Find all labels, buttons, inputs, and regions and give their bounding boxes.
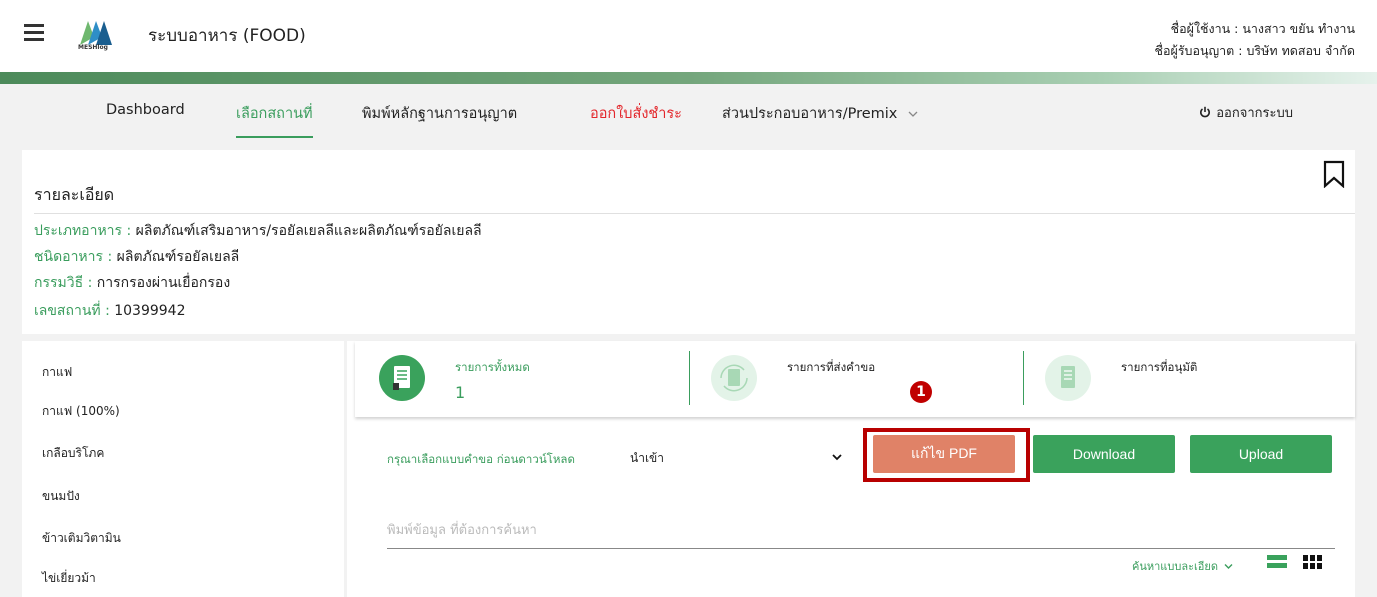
form-type-select[interactable]: นำเข้า bbox=[626, 443, 849, 473]
form-type-select-value: นำเข้า bbox=[630, 450, 664, 465]
nav-select-place[interactable]: เลือกสถานที่ bbox=[236, 102, 313, 138]
search-input[interactable] bbox=[387, 513, 1335, 549]
advanced-search-toggle[interactable]: ค้นหาแบบละเอียด bbox=[1132, 557, 1233, 575]
stats-bar: รายการทั้งหมด 1 รายการที่ส่งคำขอ รายการท… bbox=[355, 341, 1355, 417]
stat-separator bbox=[689, 351, 690, 405]
stat-submitted-label: รายการที่ส่งคำขอ bbox=[787, 360, 876, 374]
document-refresh-icon bbox=[720, 364, 748, 392]
detail-card: รายละเอียด ประเภทอาหาร : ผลิตภัณฑ์เสริมอ… bbox=[22, 150, 1355, 334]
detail-food-category: ประเภทอาหาร : ผลิตภัณฑ์เสริมอาหาร/รอยัลเ… bbox=[34, 223, 482, 239]
document-icon bbox=[1061, 366, 1075, 388]
select-form-label: กรุณาเลือกแบบคำขอ ก่อนดาวน์โหลด bbox=[387, 452, 575, 466]
app-title: ระบบอาหาร (FOOD) bbox=[148, 26, 306, 46]
logout-button[interactable]: ออกจากระบบ bbox=[1199, 102, 1293, 123]
stat-separator bbox=[1023, 351, 1024, 405]
stat-submitted-circle bbox=[711, 355, 757, 401]
stat-total-label: รายการทั้งหมด bbox=[455, 360, 530, 374]
sidebar-item-bread[interactable]: ขนมปัง bbox=[42, 487, 80, 506]
annotation-marker: 1 bbox=[910, 381, 932, 403]
stat-approved-label: รายการที่อนุมัติ bbox=[1121, 360, 1198, 374]
sidebar-item-century-egg[interactable]: ไข่เยี่ยวม้า bbox=[42, 569, 96, 588]
sidebar-item-fortified-rice[interactable]: ข้าวเติมวิตามิน bbox=[42, 529, 121, 548]
menu-icon[interactable] bbox=[24, 24, 44, 42]
nav-ingredients-premix-label: ส่วนประกอบอาหาร/Premix bbox=[722, 106, 898, 122]
detail-process: กรรมวิธี : การกรองผ่านเยื่อกรอง bbox=[34, 275, 231, 291]
chevron-down-icon bbox=[832, 454, 842, 461]
power-icon bbox=[1200, 106, 1211, 118]
meshlog-logo bbox=[80, 21, 112, 45]
advanced-search-label: ค้นหาแบบละเอียด bbox=[1132, 560, 1218, 573]
download-button[interactable]: Download bbox=[1033, 435, 1175, 473]
top-bar: MESHlog ระบบอาหาร (FOOD) ชื่อผู้ใช้งาน :… bbox=[0, 0, 1377, 72]
chevron-down-icon bbox=[908, 111, 918, 117]
detail-title: รายละเอียด bbox=[34, 185, 115, 204]
sidebar-item-coffee-100[interactable]: กาแฟ (100%) bbox=[42, 402, 120, 421]
document-icon bbox=[393, 366, 410, 390]
divider bbox=[34, 213, 1355, 214]
nav-ingredients-premix[interactable]: ส่วนประกอบอาหาร/Premix bbox=[722, 102, 918, 125]
nav-issue-payment[interactable]: ออกใบสั่งชำระ bbox=[590, 102, 682, 125]
licensee-name: ชื่อผู้รับอนุญาต : บริษัท ทดสอบ จำกัด bbox=[1154, 43, 1356, 58]
list-view-icon[interactable] bbox=[1267, 555, 1287, 569]
stat-approved-circle bbox=[1045, 355, 1091, 401]
stat-total-count: 1 bbox=[455, 383, 466, 402]
bookmark-icon[interactable] bbox=[1323, 160, 1345, 188]
header-gradient-bar bbox=[0, 72, 1377, 84]
sidebar-item-salt[interactable]: เกลือบริโภค bbox=[42, 444, 104, 463]
category-sidebar: กาแฟ กาแฟ (100%) เกลือบริโภค ขนมปัง ข้าว… bbox=[22, 341, 344, 597]
logo-text: MESHlog bbox=[78, 44, 108, 51]
nav-dashboard[interactable]: Dashboard bbox=[106, 102, 185, 118]
user-info: ชื่อผู้ใช้งาน : นางสาว ขยัน ทำงาน ชื่อผู… bbox=[1155, 18, 1356, 62]
sidebar-item-coffee[interactable]: กาแฟ bbox=[42, 363, 72, 382]
stat-total-circle bbox=[379, 355, 425, 401]
user-name: ชื่อผู้ใช้งาน : นางสาว ขยัน ทำงาน bbox=[1170, 21, 1355, 36]
detail-food-type: ชนิดอาหาร : ผลิตภัณฑ์รอยัลเยลลี bbox=[34, 249, 240, 265]
chevron-down-icon bbox=[1224, 564, 1233, 569]
main-nav: Dashboard เลือกสถานที่ พิมพ์หลักฐานการอน… bbox=[0, 84, 1377, 150]
upload-button[interactable]: Upload bbox=[1190, 435, 1332, 473]
detail-place-number: เลขสถานที่ : 10399942 bbox=[34, 303, 186, 319]
logout-label: ออกจากระบบ bbox=[1216, 106, 1293, 121]
grid-view-icon[interactable] bbox=[1303, 555, 1323, 569]
nav-print-license[interactable]: พิมพ์หลักฐานการอนุญาต bbox=[362, 102, 517, 125]
edit-pdf-button[interactable]: แก้ไข PDF bbox=[873, 435, 1015, 473]
